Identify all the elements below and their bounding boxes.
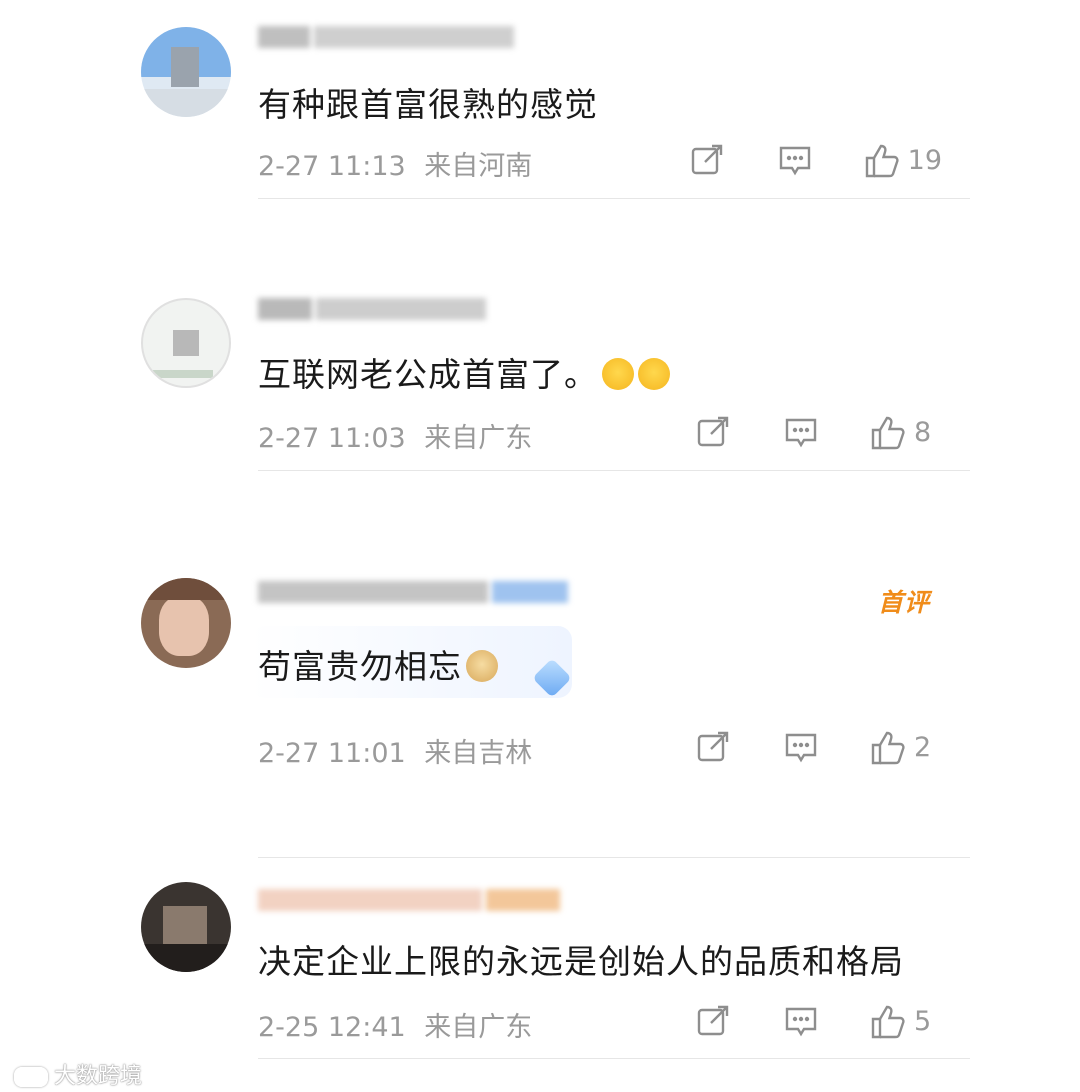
avatar[interactable]: [141, 578, 231, 668]
comment-text: 有种跟首富很熟的感觉: [258, 85, 598, 124]
comment-text: 苟富贵勿相忘: [258, 640, 498, 688]
comment-actions: 8: [696, 415, 942, 450]
share-icon[interactable]: [696, 1004, 730, 1038]
username-blurred[interactable]: [258, 298, 490, 328]
comment-meta: 2-27 11:13 来自河南: [258, 144, 532, 183]
first-comment-badge: 首评: [878, 588, 931, 617]
comment-time: 2-27 11:01: [258, 738, 406, 769]
comment-time: 2-27 11:03: [258, 423, 406, 454]
comment-time: 2-27 11:13: [258, 151, 406, 182]
comment-text: 互联网老公成首富了。: [258, 348, 670, 396]
comment-text: 决定企业上限的永远是创始人的品质和格局: [258, 942, 904, 981]
comment-meta: 2-27 11:01 来自吉林: [258, 731, 532, 770]
like-count: 2: [914, 731, 932, 763]
like-count: 19: [907, 144, 942, 176]
doge-emoji-icon: [466, 650, 498, 682]
like-count: 5: [914, 1005, 932, 1037]
comment-meta: 2-27 11:03 来自广东: [258, 416, 532, 455]
shy-emoji-icon: [638, 358, 670, 390]
avatar[interactable]: [141, 27, 231, 117]
username-blurred[interactable]: [258, 26, 518, 56]
comment-location: 来自河南: [424, 151, 533, 182]
divider: [258, 1058, 970, 1059]
divider: [258, 857, 970, 858]
comment-actions: 2: [696, 730, 942, 765]
share-icon[interactable]: [696, 730, 730, 764]
comment-location: 来自广东: [424, 423, 533, 454]
comment-location: 来自吉林: [424, 738, 533, 769]
username-blurred[interactable]: [258, 581, 572, 611]
thumbs-up-icon[interactable]: [870, 730, 905, 765]
share-icon[interactable]: [690, 143, 724, 177]
comment-location: 来自广东: [424, 1012, 533, 1043]
comment-actions: 5: [696, 1004, 942, 1039]
divider: [258, 198, 970, 199]
comment-actions: 19: [690, 143, 942, 178]
thumbs-up-icon[interactable]: [870, 1004, 905, 1039]
avatar[interactable]: [141, 298, 231, 388]
divider: [258, 470, 970, 471]
comment-meta: 2-25 12:41 来自广东: [258, 1005, 532, 1044]
avatar[interactable]: [141, 882, 231, 972]
thumbs-up-icon[interactable]: [870, 415, 905, 450]
like-count: 8: [914, 416, 932, 448]
comment-text-content: 苟富贵勿相忘: [258, 647, 462, 686]
watermark-text: 大数跨境: [54, 1064, 143, 1089]
thumbs-up-icon[interactable]: [864, 143, 899, 178]
comment-text-content: 互联网老公成首富了。: [258, 355, 598, 394]
logo-icon: [14, 1067, 48, 1087]
comment-time: 2-25 12:41: [258, 1012, 406, 1043]
smile-emoji-icon: [602, 358, 634, 390]
share-icon[interactable]: [696, 415, 730, 449]
username-blurred[interactable]: [258, 889, 564, 919]
comment-icon[interactable]: [784, 1004, 818, 1038]
comment-icon[interactable]: [784, 730, 818, 764]
comment-icon[interactable]: [784, 415, 818, 449]
watermark: 大数跨境: [14, 1058, 142, 1090]
comment-icon[interactable]: [778, 143, 812, 177]
